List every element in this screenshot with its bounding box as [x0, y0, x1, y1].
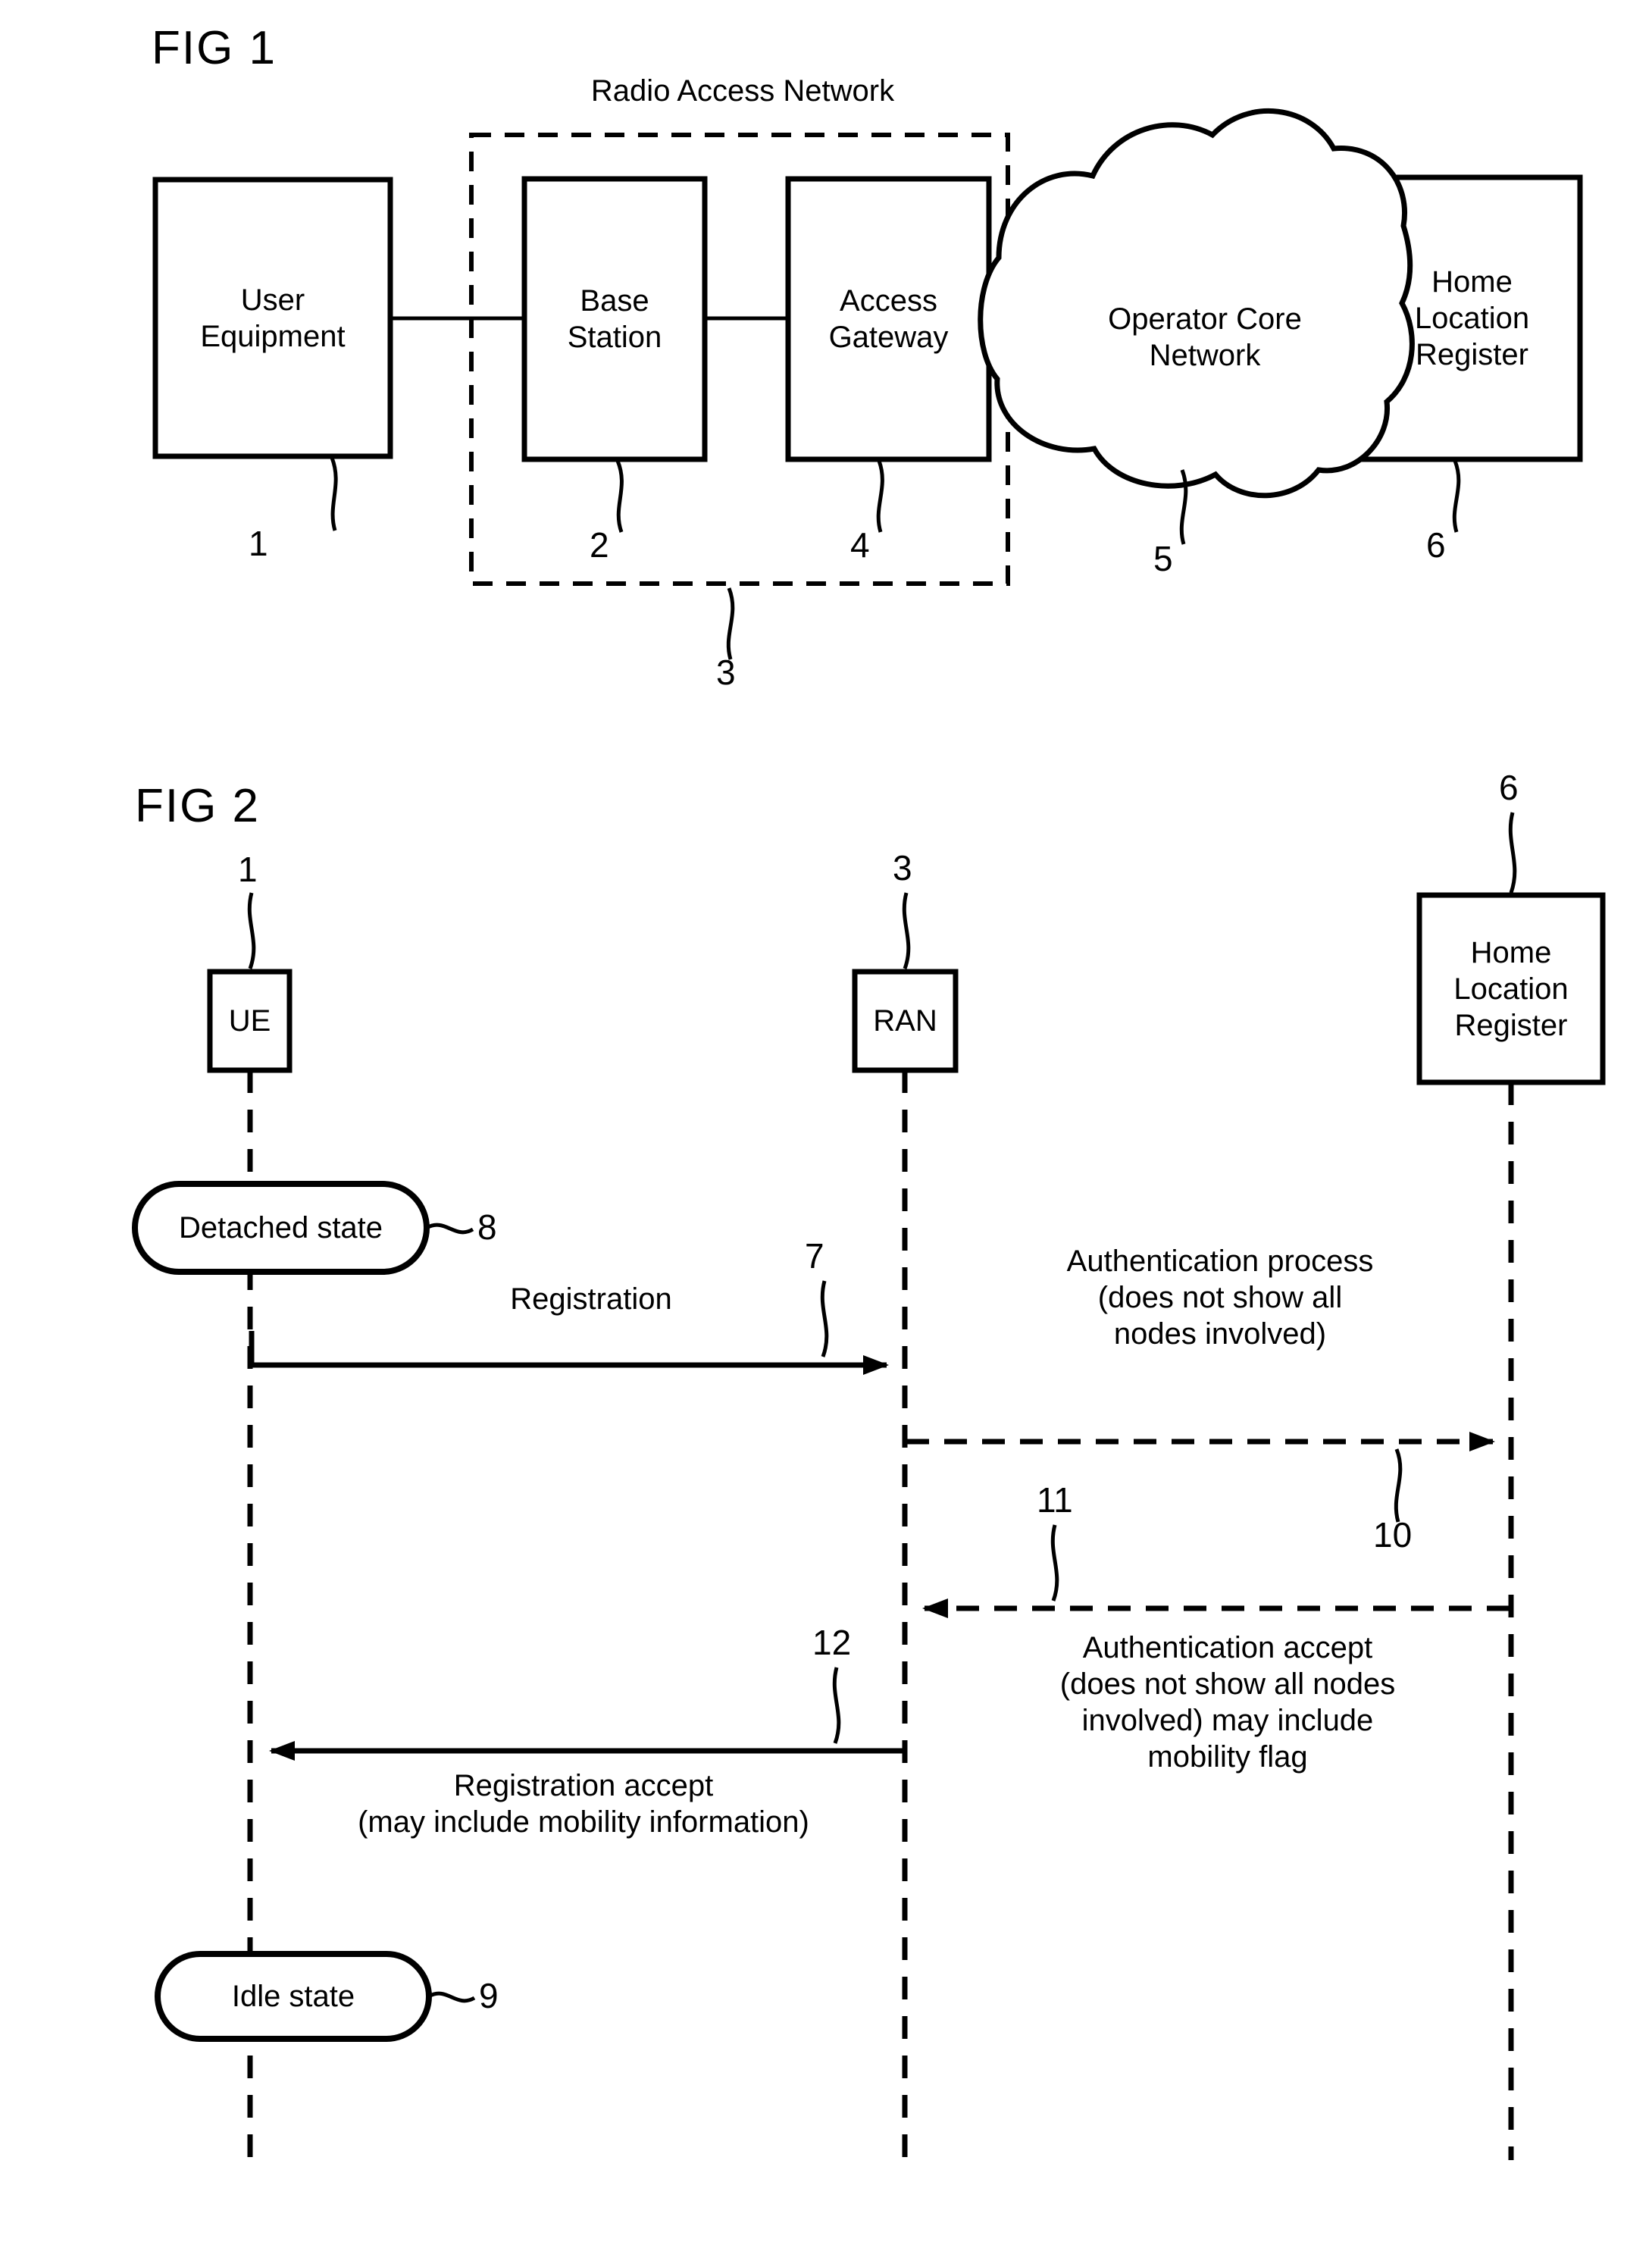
ref-numeral-8: 8	[477, 1207, 497, 1247]
bs-label-line2: Station	[567, 321, 662, 354]
leader-hlr	[1452, 460, 1461, 533]
leader-ref-12	[832, 1667, 841, 1744]
ref-numeral-3: 3	[716, 653, 736, 692]
message-label-auth-process: Authentication process (does not show al…	[985, 1243, 1455, 1352]
auth-process-line2: (does not show all	[1097, 1281, 1343, 1314]
fig2-ref-numeral-6: 6	[1499, 768, 1519, 807]
ref-numeral-9: 9	[479, 1976, 499, 2015]
ue-lifeline-text: UE	[228, 1004, 271, 1038]
leader-ue	[330, 457, 338, 531]
hlr-lifeline-line2: Location	[1453, 972, 1569, 1006]
fig2-lifeline-label-hlr: Home Location Register	[1419, 895, 1603, 1082]
auth-process-line1: Authentication process	[1066, 1245, 1374, 1278]
leader-ref-10	[1394, 1448, 1403, 1523]
leader-bs	[615, 460, 624, 533]
ref-numeral-5: 5	[1153, 539, 1173, 578]
leader-detached-state	[425, 1223, 474, 1235]
idle-state-text: Idle state	[231, 1980, 355, 2013]
leader-idle-state	[427, 1991, 476, 2003]
registration-accept-line2: (may include mobility information)	[358, 1805, 809, 1839]
ref-numeral-12: 12	[812, 1623, 852, 1662]
auth-accept-line3: involved) may include	[1081, 1704, 1374, 1737]
detached-state-label: Detached state	[135, 1184, 427, 1272]
ref-numeral-6: 6	[1426, 525, 1446, 565]
ref-numeral-2: 2	[590, 525, 609, 565]
ref-numeral-7: 7	[805, 1236, 824, 1276]
ref-numeral-4: 4	[850, 525, 870, 565]
auth-accept-line2: (does not show all nodes	[1059, 1667, 1396, 1701]
leader-ref-7	[820, 1280, 829, 1357]
leader-ref-11	[1050, 1524, 1059, 1602]
leader-ran	[726, 587, 735, 660]
fig1-user-equipment-label: User Equipment	[155, 180, 390, 456]
leader-fig2-ran	[902, 892, 911, 969]
ag-label-line1: Access	[840, 284, 937, 318]
fig2-lifeline-label-ran: RAN	[855, 972, 956, 1070]
fig2-ref-numeral-1: 1	[238, 850, 258, 889]
fig2-title: FIG 2	[135, 780, 261, 832]
hlr-label-line2: Location	[1414, 302, 1530, 335]
auth-accept-line1: Authentication accept	[1082, 1631, 1373, 1664]
ref-numeral-10: 10	[1373, 1515, 1413, 1555]
fig2-lifeline-label-ue: UE	[210, 972, 289, 1070]
auth-process-line3: nodes involved)	[1113, 1317, 1327, 1351]
ocn-label-line1: Operator Core	[1108, 302, 1302, 336]
ocn-label-line2: Network	[1149, 339, 1261, 372]
fig2-ref-numeral-3: 3	[893, 848, 912, 888]
bs-label-line1: Base	[580, 284, 649, 318]
hlr-lifeline-line1: Home	[1470, 935, 1552, 969]
detached-state-text: Detached state	[178, 1211, 383, 1245]
message-label-registration-accept: Registration accept (may include mobilit…	[250, 1768, 917, 1840]
fig1-operator-core-network-label: Operator Core Network	[1000, 227, 1410, 447]
hlr-label-line3: Register	[1416, 338, 1528, 371]
idle-state-label: Idle state	[158, 1954, 429, 2039]
message-label-auth-accept: Authentication accept (does not show all…	[985, 1630, 1470, 1775]
registration-accept-line1: Registration accept	[453, 1769, 714, 1802]
ue-label-line2: Equipment	[200, 319, 346, 353]
message-label-registration: Registration	[510, 1282, 672, 1316]
fig1-base-station-label: Base Station	[524, 179, 705, 459]
fig1-access-gateway-label: Access Gateway	[788, 179, 989, 459]
ref-numeral-11: 11	[1037, 1480, 1073, 1520]
leader-ag	[876, 460, 884, 533]
fig1-title: FIG 1	[152, 22, 277, 74]
leader-fig2-ue	[247, 892, 256, 969]
ag-label-line2: Gateway	[828, 321, 949, 354]
ref-numeral-1: 1	[249, 524, 268, 563]
hlr-label-line1: Home	[1431, 265, 1513, 299]
ran-lifeline-text: RAN	[873, 1004, 937, 1038]
leader-fig2-hlr	[1508, 812, 1517, 894]
auth-accept-line4: mobility flag	[1147, 1740, 1308, 1774]
ue-label-line1: User	[240, 283, 305, 317]
fig1-home-location-register-label: Home Location Register	[1364, 177, 1580, 459]
patent-drawing-sheet: FIG 1 Radio Access Network User Equipmen…	[0, 0, 1652, 2245]
hlr-lifeline-line3: Register	[1454, 1008, 1568, 1042]
fig1-ran-group-label: Radio Access Network	[590, 74, 895, 108]
arrow-registration	[249, 1331, 889, 1375]
